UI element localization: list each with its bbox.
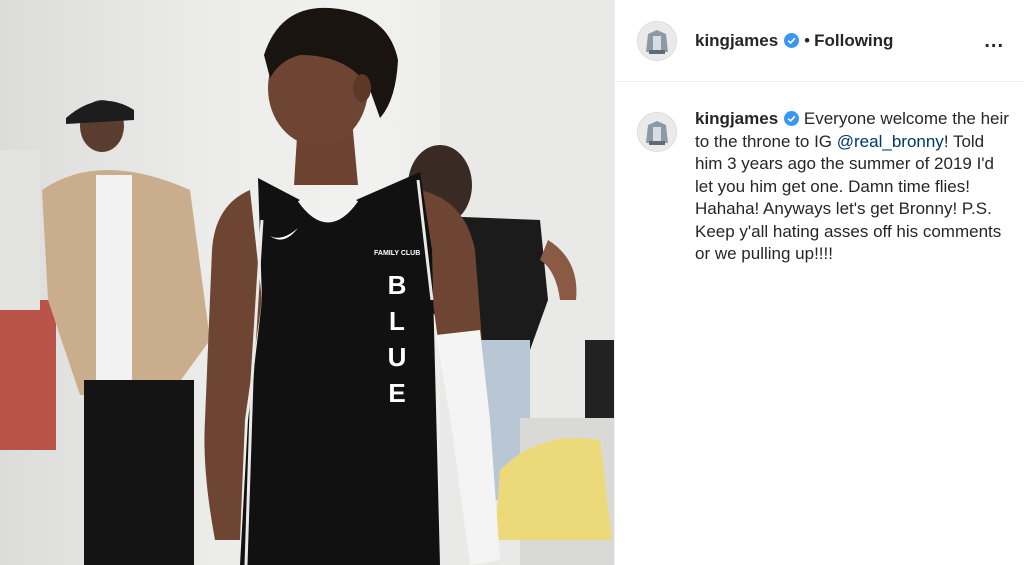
jersey-patch: FAMILY CLUB: [374, 250, 420, 257]
more-options-icon[interactable]: ...: [984, 31, 1004, 51]
post-side-panel: kingjames • Following ... kingjames Ever…: [614, 0, 1024, 565]
avatar-image: [638, 21, 676, 60]
header-username[interactable]: kingjames: [695, 31, 778, 51]
verified-badge-icon: [784, 33, 800, 48]
svg-text:L: L: [389, 306, 405, 336]
separator-dot: •: [804, 30, 811, 50]
mention-link[interactable]: @real_bronny: [837, 132, 944, 151]
instagram-post: FAMILY CLUB B L U E kingjames • Followin…: [0, 0, 1024, 565]
caption-username[interactable]: kingjames: [695, 109, 778, 128]
post-header: kingjames • Following ...: [615, 0, 1024, 82]
following-button[interactable]: Following: [814, 31, 893, 51]
svg-text:E: E: [388, 378, 405, 408]
photo-illustration: FAMILY CLUB B L U E: [0, 0, 614, 565]
caption-avatar[interactable]: [637, 112, 677, 152]
svg-text:U: U: [388, 342, 407, 372]
verified-badge-icon: [784, 111, 800, 126]
avatar-image: [638, 113, 676, 151]
post-photo[interactable]: FAMILY CLUB B L U E: [0, 0, 614, 565]
svg-text:B: B: [388, 270, 407, 300]
caption-body-end: ! Told him 3 years ago the summer of 201…: [695, 131, 1002, 264]
post-caption: kingjames Everyone welcome the heir to t…: [615, 82, 1024, 266]
avatar[interactable]: [637, 20, 677, 61]
caption-text: kingjames Everyone welcome the heir to t…: [695, 108, 1010, 266]
